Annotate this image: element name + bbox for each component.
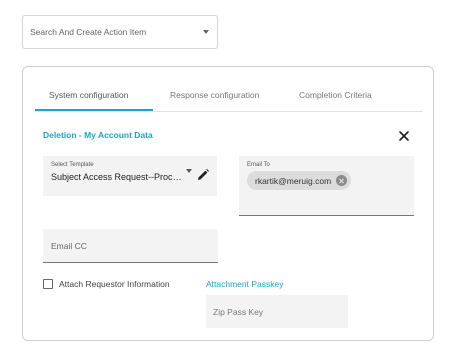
select-template-label: Select Template (51, 162, 94, 168)
remove-chip-icon[interactable] (336, 175, 348, 186)
attach-requestor-checkbox[interactable] (43, 279, 53, 289)
search-action-item-placeholder: Search And Create Action Item (30, 27, 147, 37)
email-cc-placeholder: Email CC (51, 241, 87, 251)
action-item-panel: System configuration Response configurat… (22, 66, 434, 341)
section-title: Deletion - My Account Data (43, 130, 153, 140)
tab-response-configuration[interactable]: Response configuration (170, 90, 259, 100)
email-chip: rkartik@meruig.com (247, 171, 352, 190)
select-template-value: Subject Access Request--Processing (51, 172, 186, 182)
email-cc-field[interactable]: Email CC (43, 229, 218, 263)
active-tab-indicator (35, 109, 153, 111)
email-to-field[interactable]: Email To rkartik@meruig.com (239, 156, 414, 216)
zip-pass-key-field[interactable]: Zip Pass Key (206, 295, 348, 328)
tab-bar: System configuration Response configurat… (35, 85, 423, 112)
select-template-field[interactable]: Select Template Subject Access Request--… (43, 156, 217, 196)
pencil-icon[interactable] (196, 168, 210, 182)
attachment-passkey-title: Attachment Passkey (206, 279, 284, 289)
attach-requestor-row: Attach Requestor Information (43, 279, 170, 289)
tab-system-configuration[interactable]: System configuration (49, 90, 128, 100)
tab-completion-criteria[interactable]: Completion Criteria (299, 90, 372, 100)
attach-requestor-label[interactable]: Attach Requestor Information (59, 279, 170, 289)
template-chevron-down-icon[interactable] (186, 169, 192, 173)
search-action-item-select[interactable]: Search And Create Action Item (22, 15, 218, 49)
email-to-label: Email To (247, 162, 270, 168)
email-chip-label: rkartik@meruig.com (255, 175, 332, 186)
chevron-down-icon[interactable] (203, 30, 209, 34)
close-icon[interactable] (397, 129, 411, 143)
zip-pass-key-placeholder: Zip Pass Key (213, 307, 264, 317)
